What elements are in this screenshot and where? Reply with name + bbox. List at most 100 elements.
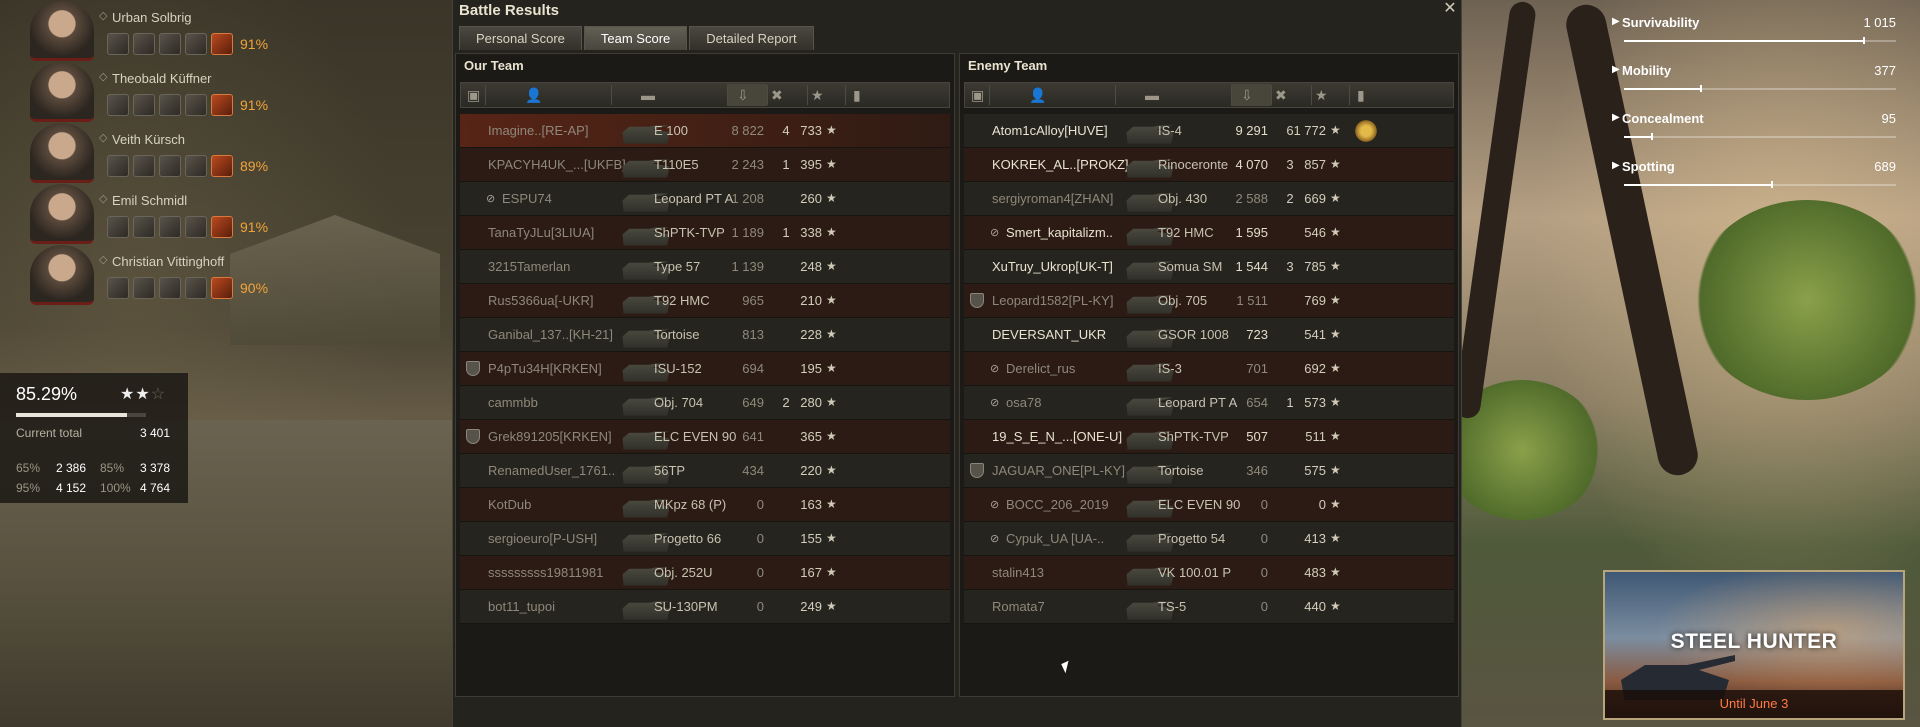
player-row[interactable]: RenamedUser_1761.. 56TP 434 220 ★ [460,454,950,488]
skill-icon[interactable] [107,277,129,299]
crew-member[interactable]: ◇ Emil Schmidl 91% [0,183,290,244]
player-row[interactable]: P4pTu34H[KRKEN] ISU-152 694 195 ★ [460,352,950,386]
skill-icon[interactable] [107,33,129,55]
player-name[interactable]: sergioeuro[P-USH] [488,531,597,546]
skill-icon[interactable] [133,216,155,238]
player-name[interactable]: sergiyroman4[ZHAN] [992,191,1113,206]
platoon-column-icon[interactable]: ▣ [971,87,984,104]
player-row[interactable]: Grek891205[KRKEN] ELC EVEN 90 641 365 ★ [460,420,950,454]
kills-column-icon[interactable]: ✖ [771,87,783,104]
player-name[interactable]: ESPU74 [502,191,552,206]
close-button[interactable]: ✕ [1441,0,1459,18]
damage-column-icon[interactable]: ⇩ [1241,87,1253,104]
player-row[interactable]: Ganibal_137..[KH-21] Tortoise 813 228 ★ [460,318,950,352]
player-name[interactable]: Grek891205[KRKEN] [488,429,612,444]
skill-icon[interactable] [159,94,181,116]
skill-icon[interactable] [159,277,181,299]
player-name[interactable]: 19_S_E_N_...[ONE-U] [992,429,1122,444]
player-name[interactable]: osa78 [1006,395,1041,410]
damage-column-icon[interactable]: ⇩ [737,87,749,104]
player-name[interactable]: DEVERSANT_UKR [992,327,1106,342]
player-name[interactable]: TanaTyJLu[3LIUA] [488,225,594,240]
player-name[interactable]: Atom1cAlloy[HUVE] [992,123,1108,138]
vehicle-param[interactable]: ▶ Mobility 377 [1612,54,1904,102]
skill-icon[interactable] [159,33,181,55]
player-name[interactable]: Ganibal_137..[KH-21] [488,327,613,342]
player-name[interactable]: BOCC_206_2019 [1006,497,1109,512]
player-row[interactable]: 3215Tamerlan Type 57 1 139 248 ★ [460,250,950,284]
player-name[interactable]: sssssssss19811981 [488,565,603,580]
skill-icon[interactable] [107,94,129,116]
player-name[interactable]: cammbb [488,395,538,410]
skill-icon[interactable] [185,155,207,177]
player-row[interactable]: TanaTyJLu[3LIUA] ShPTK-TVP 1 189 1 338 ★ [460,216,950,250]
player-name[interactable]: Imagine..[RE-AP] [488,123,588,138]
player-name[interactable]: Romata7 [992,599,1045,614]
player-row[interactable]: XuTruy_Ukrop[UK-T] Somua SM 1 544 3 785 ★ [964,250,1454,284]
player-row[interactable]: stalin413 VK 100.01 P 0 483 ★ [964,556,1454,590]
vehicle-param[interactable]: ▶ Spotting 689 [1612,150,1904,198]
skill-icon[interactable] [133,94,155,116]
player-name[interactable]: XuTruy_Ukrop[UK-T] [992,259,1113,274]
skill-icon[interactable] [133,277,155,299]
crew-member[interactable]: ◇ Christian Vittinghoff 90% [0,244,290,305]
player-name[interactable]: KPACYH4UK_...[UKFB] [488,157,626,172]
skill-icon[interactable] [185,216,207,238]
crew-member[interactable]: ◇ Theobald Küffner 91% [0,61,290,122]
player-row[interactable]: ⊘ Smert_kapitalizm.. T92 HMC 1 595 546 ★ [964,216,1454,250]
skill-icon[interactable] [185,94,207,116]
skill-icon[interactable] [211,216,233,238]
player-row[interactable]: Atom1cAlloy[HUVE] IS-4 9 291 6 1 772 ★ [964,114,1454,148]
player-name[interactable]: stalin413 [992,565,1044,580]
kills-column-icon[interactable]: ✖ [1275,87,1287,104]
skill-icon[interactable] [133,155,155,177]
player-name[interactable]: KOKREK_AL..[PROKZ] [992,157,1129,172]
player-name[interactable]: Derelict_rus [1006,361,1075,376]
player-row[interactable]: ⊘ osa78 Leopard PT A 654 1 573 ★ [964,386,1454,420]
player-name[interactable]: bot11_tupoi [488,599,555,614]
player-row[interactable]: DEVERSANT_UKR GSOR 1008 723 541 ★ [964,318,1454,352]
player-row[interactable]: ⊘ Derelict_rus IS-3 701 692 ★ [964,352,1454,386]
player-row[interactable]: KPACYH4UK_...[UKFB] T110E5 2 243 1 395 ★ [460,148,950,182]
player-row[interactable]: Rus5366ua[-UKR] T92 HMC 965 210 ★ [460,284,950,318]
steel-hunter-banner[interactable]: STEEL HUNTER Until June 3 [1603,570,1905,720]
player-row[interactable]: ⊘ BOCC_206_2019 ELC EVEN 90 0 0 ★ [964,488,1454,522]
skill-icon[interactable] [107,216,129,238]
player-row[interactable]: 19_S_E_N_...[ONE-U] ShPTK-TVP 507 511 ★ [964,420,1454,454]
skill-icon[interactable] [185,33,207,55]
player-name[interactable]: P4pTu34H[KRKEN] [488,361,602,376]
player-row[interactable]: bot11_tupoi SU-130PM 0 249 ★ [460,590,950,624]
vehicle-param[interactable]: ▶ Survivability 1 015 [1612,6,1904,54]
player-row[interactable]: ⊘ ESPU74 Leopard PT A1 208 260 ★ [460,182,950,216]
achievement-medal-icon[interactable] [1354,118,1378,144]
player-name[interactable]: KotDub [488,497,531,512]
tab-detailed-report[interactable]: Detailed Report [689,26,814,50]
player-row[interactable]: ⊘ Cypuk_UA [UA-.. Progetto 54 0 413 ★ [964,522,1454,556]
player-row[interactable]: KotDub MKpz 68 (P) 0 163 ★ [460,488,950,522]
player-row[interactable]: Imagine..[RE-AP] E 100 8 822 4 733 ★ [460,114,950,148]
player-column-icon[interactable]: 👤 [1029,87,1046,104]
experience-column-icon[interactable]: ★ [1315,87,1328,104]
vehicle-param[interactable]: ▶ Concealment 95 [1612,102,1904,150]
skill-icon[interactable] [133,33,155,55]
skill-icon[interactable] [107,155,129,177]
crew-member[interactable]: ◇ Urban Solbrig 91% [0,0,290,61]
player-row[interactable]: cammbb Obj. 704 649 2 280 ★ [460,386,950,420]
player-name[interactable]: Rus5366ua[-UKR] [488,293,594,308]
player-name[interactable]: Cypuk_UA [UA-.. [1006,531,1104,546]
vehicle-column-icon[interactable]: ▬ [641,87,655,103]
platoon-column-icon[interactable]: ▣ [467,87,480,104]
achievements-column-icon[interactable]: ▮ [1357,87,1365,104]
crew-member[interactable]: ◇ Veith Kürsch 89% [0,122,290,183]
tab-team-score[interactable]: Team Score [583,26,688,50]
player-name[interactable]: Smert_kapitalizm.. [1006,225,1113,240]
achievements-column-icon[interactable]: ▮ [853,87,861,104]
player-row[interactable]: sssssssss19811981 Obj. 252U 0 167 ★ [460,556,950,590]
experience-column-icon[interactable]: ★ [811,87,824,104]
vehicle-column-icon[interactable]: ▬ [1145,87,1159,103]
skill-icon[interactable] [211,155,233,177]
player-row[interactable]: sergiyroman4[ZHAN] Obj. 430 2 588 2 669 ★ [964,182,1454,216]
skill-icon[interactable] [159,155,181,177]
player-row[interactable]: Romata7 TS-5 0 440 ★ [964,590,1454,624]
skill-icon[interactable] [211,277,233,299]
